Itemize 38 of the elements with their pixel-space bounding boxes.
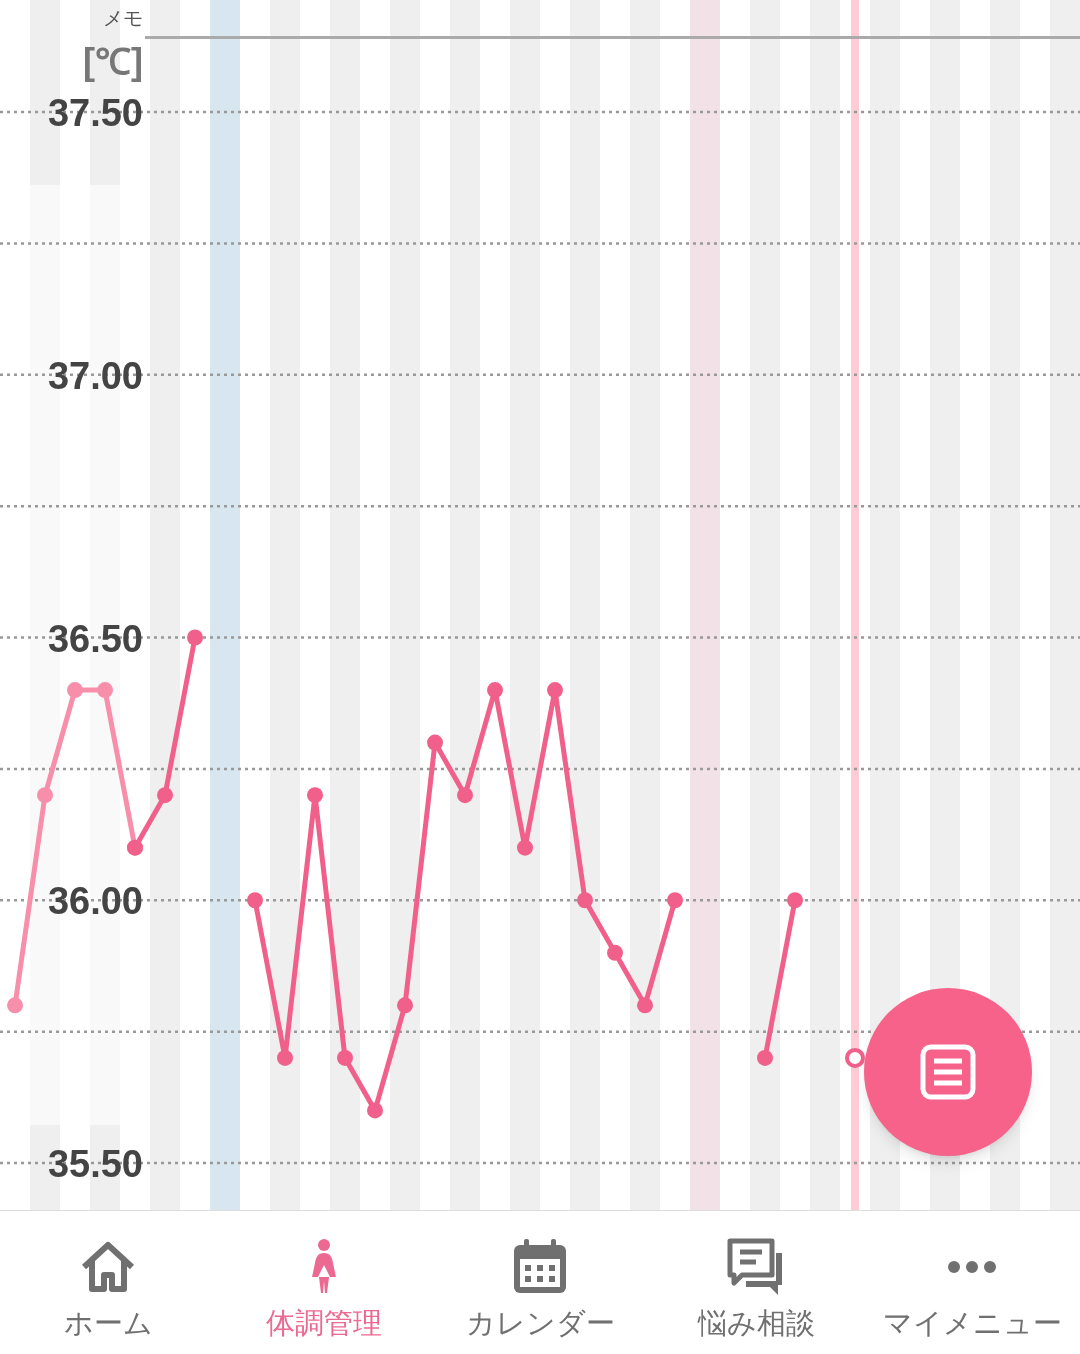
- data-point: [67, 682, 83, 699]
- axis-tick-label: 37.00: [47, 354, 143, 397]
- axis-tick-label: 37.50: [47, 92, 143, 134]
- data-point: [845, 1047, 865, 1068]
- data-point: [247, 892, 263, 909]
- memo-label: メモ: [103, 7, 143, 29]
- data-point: [547, 682, 563, 699]
- nav-tab[interactable]: 悩み相談: [648, 1211, 864, 1354]
- axis-tick-label: 36.50: [47, 617, 143, 660]
- data-point: [367, 1102, 383, 1119]
- data-point: [7, 997, 23, 1014]
- data-point: [517, 839, 533, 856]
- data-point: [37, 787, 53, 804]
- nav-tab[interactable]: マイメニュー: [864, 1211, 1080, 1354]
- nav-tab[interactable]: ホーム: [0, 1211, 216, 1354]
- data-point: [577, 892, 593, 909]
- data-point: [787, 892, 803, 909]
- nav-tab[interactable]: 体調管理: [216, 1211, 432, 1354]
- data-point: [307, 787, 323, 804]
- data-point: [457, 787, 473, 804]
- unit-label: [℃]: [83, 41, 143, 82]
- data-point: [187, 629, 203, 646]
- data-point: [667, 892, 683, 909]
- data-point: [97, 682, 113, 699]
- data-point: [637, 997, 653, 1014]
- nav-tab[interactable]: カレンダー: [432, 1211, 648, 1354]
- more-icon: [947, 1260, 997, 1274]
- data-point: [757, 1049, 773, 1066]
- axis-tick-label: 36.00: [47, 880, 143, 923]
- data-point: [277, 1049, 293, 1066]
- axis-tick-label: 35.50: [47, 1143, 143, 1185]
- data-point: [607, 944, 623, 961]
- data-point: [157, 787, 173, 804]
- data-point: [397, 997, 413, 1014]
- data-point: [337, 1049, 353, 1066]
- list-icon: [920, 1044, 976, 1100]
- data-point: [487, 682, 503, 699]
- data-point: [427, 734, 443, 751]
